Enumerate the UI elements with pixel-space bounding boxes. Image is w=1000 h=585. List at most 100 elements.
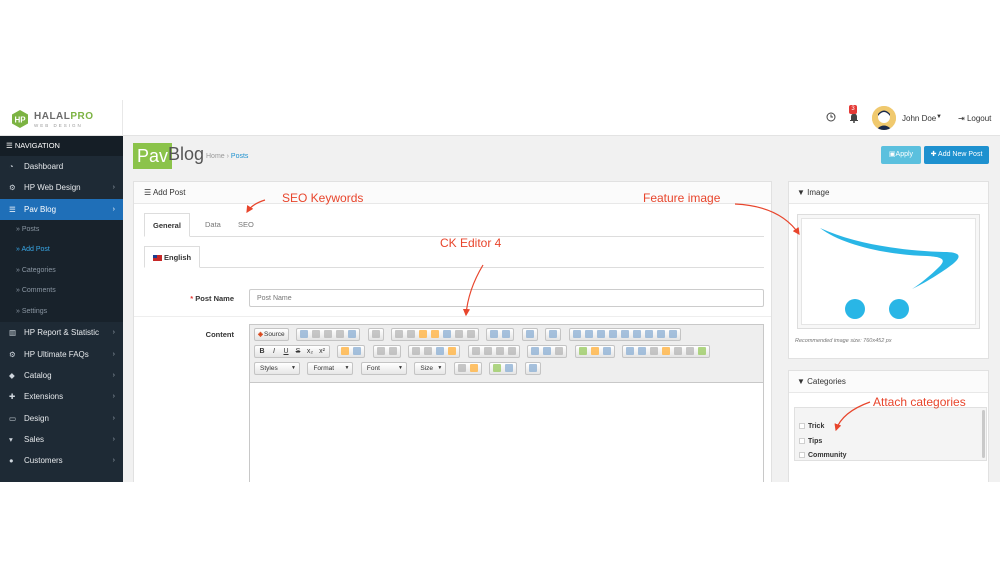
- sidebar-item-pav-blog[interactable]: ☰ Pav Blog ›: [0, 198, 123, 220]
- bulleted-list-icon[interactable]: [388, 347, 397, 355]
- blockquote-icon[interactable]: [436, 347, 445, 355]
- sidebar-item-design[interactable]: ▭ Design ›: [0, 408, 123, 429]
- align-left-icon[interactable]: [471, 347, 480, 355]
- avatar[interactable]: [872, 106, 896, 130]
- caret-down-icon[interactable]: ▼: [936, 114, 942, 120]
- print-icon[interactable]: [348, 330, 357, 338]
- paste-html-icon[interactable]: [442, 330, 451, 338]
- align-right-icon[interactable]: [495, 347, 504, 355]
- maximize-icon[interactable]: [493, 364, 502, 372]
- align-center-icon[interactable]: [483, 347, 492, 355]
- table-icon[interactable]: [638, 347, 647, 355]
- sidebar-item-extensions[interactable]: ✚ Extensions ›: [0, 386, 123, 407]
- textfield-icon[interactable]: [608, 330, 617, 338]
- show-blocks-icon[interactable]: [505, 364, 514, 372]
- preview-icon[interactable]: [324, 330, 333, 338]
- button-field-icon[interactable]: [644, 330, 653, 338]
- category-checkbox[interactable]: [799, 452, 805, 459]
- category-item-tips[interactable]: Tips: [795, 435, 986, 450]
- sidebar-item-dashboard[interactable]: ◔ Dashboard: [0, 156, 123, 177]
- templates-icon[interactable]: [336, 330, 345, 338]
- feature-image-thumbnail[interactable]: [797, 214, 980, 329]
- tab-seo[interactable]: SEO: [230, 213, 262, 237]
- user-name[interactable]: John Doe: [902, 114, 936, 123]
- sidebar-subitem-posts[interactable]: » Posts: [0, 219, 123, 241]
- special-char-icon[interactable]: [674, 347, 683, 355]
- superscript-icon[interactable]: x²: [317, 346, 327, 357]
- category-item-trick[interactable]: Trick: [795, 420, 986, 435]
- tab-english[interactable]: English: [144, 246, 201, 268]
- category-checkbox[interactable]: [799, 437, 805, 444]
- find-icon[interactable]: [490, 330, 499, 338]
- sidebar-item-hp-faqs[interactable]: ⚙ HP Ultimate FAQs ›: [0, 344, 123, 365]
- breadcrumb-home[interactable]: Home: [206, 153, 225, 160]
- textarea-icon[interactable]: [620, 330, 629, 338]
- image-icon[interactable]: [626, 347, 635, 355]
- tab-general[interactable]: General: [144, 213, 190, 237]
- undo-icon[interactable]: [454, 330, 463, 338]
- breadcrumb-current[interactable]: Posts: [231, 153, 249, 160]
- category-checkbox[interactable]: [799, 423, 805, 430]
- underline-icon[interactable]: U: [281, 346, 291, 357]
- iframe-icon[interactable]: [698, 347, 707, 355]
- cut-icon[interactable]: [371, 330, 380, 338]
- outdent-icon[interactable]: [412, 347, 421, 355]
- rtl-icon[interactable]: [543, 347, 552, 355]
- new-page-icon[interactable]: [312, 330, 321, 338]
- indent-icon[interactable]: [424, 347, 433, 355]
- about-icon[interactable]: [528, 364, 537, 372]
- source-button[interactable]: ◈Source: [256, 329, 287, 340]
- anchor-icon[interactable]: [602, 347, 611, 355]
- ltr-icon[interactable]: [531, 347, 540, 355]
- redo-icon[interactable]: [466, 330, 475, 338]
- size-dropdown[interactable]: Size ▼: [414, 362, 447, 375]
- link-icon[interactable]: [578, 347, 587, 355]
- sidebar-item-catalog[interactable]: ◆ Catalog ›: [0, 365, 123, 386]
- logout-link[interactable]: ⇥ Logout: [958, 114, 991, 123]
- horizontal-rule-icon[interactable]: [650, 347, 659, 355]
- align-justify-icon[interactable]: [507, 347, 516, 355]
- replace-icon[interactable]: [502, 330, 511, 338]
- language-icon[interactable]: [555, 347, 564, 355]
- form-icon[interactable]: [572, 330, 581, 338]
- sidebar-subitem-categories[interactable]: » Categories: [0, 260, 123, 282]
- editor-content-area[interactable]: [250, 383, 763, 482]
- text-color-icon[interactable]: [457, 364, 466, 372]
- sidebar-item-customers[interactable]: ● Customers ›: [0, 450, 123, 471]
- paste-text-icon[interactable]: [418, 330, 427, 338]
- sidebar-item-sales[interactable]: ▾ Sales ›: [0, 429, 123, 450]
- bg-color-icon[interactable]: [469, 364, 478, 372]
- select-all-icon[interactable]: [525, 330, 534, 338]
- brand-logo[interactable]: HP HALALPRO WEB DESIGN: [0, 100, 123, 136]
- sidebar-item-hp-web-design[interactable]: ⚙ HP Web Design ›: [0, 177, 123, 198]
- smiley-icon[interactable]: [662, 347, 671, 355]
- bold-icon[interactable]: B: [257, 346, 267, 357]
- copy-format-icon[interactable]: [353, 347, 362, 355]
- apply-button[interactable]: ▣Apply: [881, 146, 921, 164]
- sidebar-subitem-add-post[interactable]: » Add Post: [0, 240, 123, 261]
- clock-icon[interactable]: [826, 112, 836, 122]
- post-name-input[interactable]: [249, 289, 764, 307]
- div-icon[interactable]: [448, 347, 457, 355]
- remove-format-icon[interactable]: [341, 347, 350, 355]
- numbered-list-icon[interactable]: [376, 347, 385, 355]
- save-icon[interactable]: [300, 330, 309, 338]
- hidden-field-icon[interactable]: [668, 330, 677, 338]
- format-dropdown[interactable]: Format ▼: [307, 362, 354, 375]
- select-field-icon[interactable]: [632, 330, 641, 338]
- paste-word-icon[interactable]: [430, 330, 439, 338]
- sidebar-item-hp-report[interactable]: ▥ HP Report & Statistic ›: [0, 322, 123, 343]
- sidebar-subitem-settings[interactable]: » Settings: [0, 301, 123, 323]
- font-dropdown[interactable]: Font ▼: [360, 362, 407, 375]
- category-item-community[interactable]: Community: [795, 449, 986, 460]
- paste-icon[interactable]: [406, 330, 415, 338]
- strike-icon[interactable]: S: [293, 346, 303, 357]
- copy-icon[interactable]: [394, 330, 403, 338]
- spellcheck-icon[interactable]: [549, 330, 558, 338]
- unlink-icon[interactable]: [590, 347, 599, 355]
- checkbox-icon[interactable]: [584, 330, 593, 338]
- add-new-post-button[interactable]: ✚ Add New Post: [924, 146, 989, 164]
- nav-header[interactable]: ☰ NAVIGATION: [0, 136, 123, 156]
- styles-dropdown[interactable]: Styles ▼: [254, 362, 300, 375]
- subscript-icon[interactable]: x₂: [305, 346, 315, 357]
